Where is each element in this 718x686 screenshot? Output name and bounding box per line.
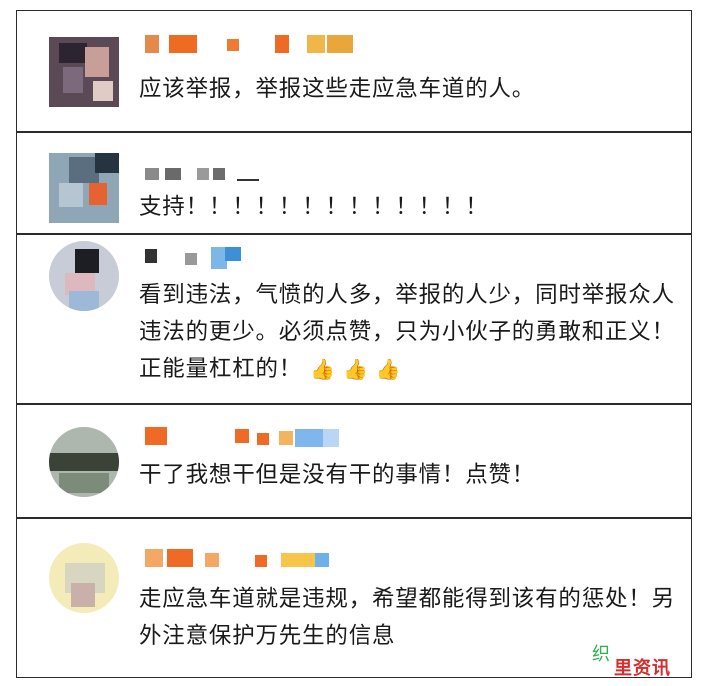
avatar[interactable] xyxy=(49,427,119,497)
avatar[interactable] xyxy=(49,153,119,223)
username-masked[interactable] xyxy=(145,549,365,569)
comment-text: 看到违法，气愤的人多，举报的人少，同时举报众人违法的更少。必须点赞，只为小伙子的… xyxy=(139,277,679,388)
avatar[interactable] xyxy=(49,37,119,107)
comment-card: 看到违法，气愤的人多，举报的人少，同时举报众人违法的更少。必须点赞，只为小伙子的… xyxy=(16,234,692,404)
avatar[interactable] xyxy=(49,241,119,311)
comment-card: 应该举报，举报这些走应急车道的人。 xyxy=(16,10,692,132)
username-masked[interactable] xyxy=(145,35,365,55)
thumbs-up-icon: 👍 👍 👍 xyxy=(310,357,402,381)
username-masked[interactable] xyxy=(145,247,265,269)
watermark-logo: 织 里资讯 xyxy=(584,644,694,682)
avatar[interactable] xyxy=(49,543,119,613)
comment-card: 干了我想干但是没有干的事情！点赞！ xyxy=(16,404,692,518)
username-masked[interactable] xyxy=(145,427,365,447)
comment-text: 干了我想干但是没有干的事情！点赞！ xyxy=(139,462,536,488)
comment-text: 支持！！！！！！！！！！！！！ xyxy=(139,194,489,220)
username-masked[interactable] xyxy=(145,165,275,185)
watermark-part1: 织 xyxy=(592,644,610,665)
comment-text: 应该举报，举报这些走应急车道的人。 xyxy=(139,76,536,102)
watermark-part2: 里资讯 xyxy=(614,658,671,679)
comment-text-body: 看到违法，气愤的人多，举报的人少，同时举报众人违法的更少。必须点赞，只为小伙子的… xyxy=(139,282,675,382)
comment-card: 支持！！！！！！！！！！！！！ xyxy=(16,132,692,234)
